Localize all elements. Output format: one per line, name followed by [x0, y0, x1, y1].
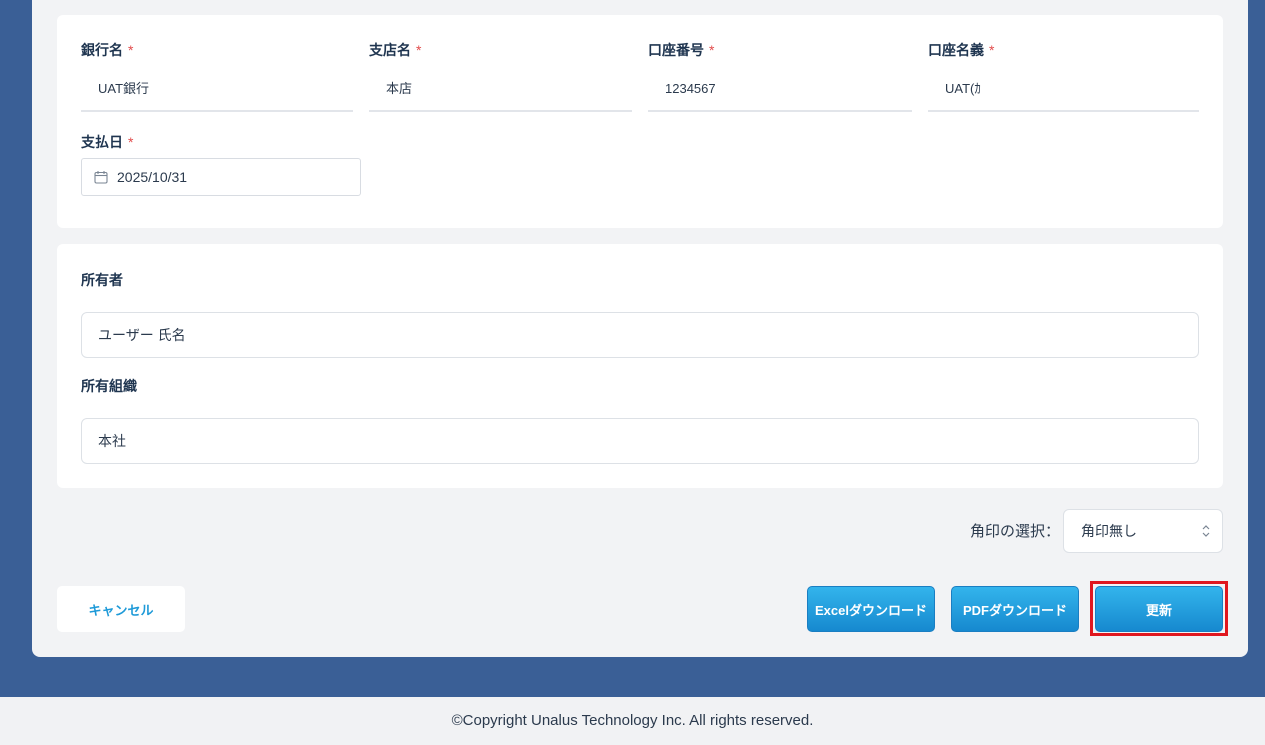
branch-name-field[interactable]: 本店 [369, 66, 632, 112]
bank-name-label-text: 銀行名 [81, 42, 123, 58]
owner-field[interactable]: ユーザー 氏名 [81, 312, 1199, 358]
account-number-label: 口座番号 * [648, 40, 714, 60]
payment-date-picker[interactable]: 2025/10/31 [81, 158, 361, 196]
owner-label: 所有者 [81, 272, 123, 288]
required-mark: * [128, 42, 134, 58]
owner-card: 所有者 ユーザー 氏名 所有組織 本社 [57, 244, 1223, 488]
owner-org-label: 所有組織 [81, 378, 137, 394]
account-holder-field[interactable]: UAT(ｶ [928, 66, 1199, 112]
account-number-field[interactable]: 1234567 [648, 66, 912, 112]
required-mark: * [128, 134, 134, 150]
payment-date-value: 2025/10/31 [117, 169, 188, 185]
footer: ©Copyright Unalus Technology Inc. All ri… [0, 697, 1265, 745]
form-panel: 銀行名 * UAT銀行 支店名 * 本店 口座番号 * 1234567 口座名義 * U… [32, 0, 1248, 657]
bank-name-field[interactable]: UAT銀行 [81, 66, 353, 112]
update-button[interactable]: 更新 [1095, 586, 1223, 632]
required-mark: * [989, 42, 995, 58]
branch-name-label: 支店名 * [369, 40, 421, 60]
account-holder-label-text: 口座名義 [928, 42, 984, 58]
copyright-text: ©Copyright Unalus Technology Inc. All ri… [451, 712, 814, 729]
pdf-download-button[interactable]: PDFダウンロード [951, 586, 1079, 632]
stamp-selected-value: 角印無し [1081, 523, 1137, 539]
required-mark: * [416, 42, 422, 58]
stamp-select-label: 角印の選択： [970, 523, 1061, 540]
excel-download-button[interactable]: Excelダウンロード [807, 586, 935, 632]
bank-info-card: 銀行名 * UAT銀行 支店名 * 本店 口座番号 * 1234567 口座名義 * U… [57, 15, 1223, 228]
payment-date-label: 支払日 * [81, 132, 133, 152]
account-holder-label: 口座名義 * [928, 40, 994, 60]
bank-name-label: 銀行名 * [81, 40, 133, 60]
cancel-button[interactable]: キャンセル [57, 586, 185, 632]
owner-org-field[interactable]: 本社 [81, 418, 1199, 464]
calendar-icon [94, 171, 108, 184]
stamp-select[interactable]: 角印無し [1063, 509, 1223, 553]
chevron-updown-icon [1202, 525, 1210, 537]
required-mark: * [709, 42, 715, 58]
account-number-label-text: 口座番号 [648, 42, 704, 58]
payment-date-label-text: 支払日 [81, 134, 123, 150]
branch-name-label-text: 支店名 [369, 42, 411, 58]
